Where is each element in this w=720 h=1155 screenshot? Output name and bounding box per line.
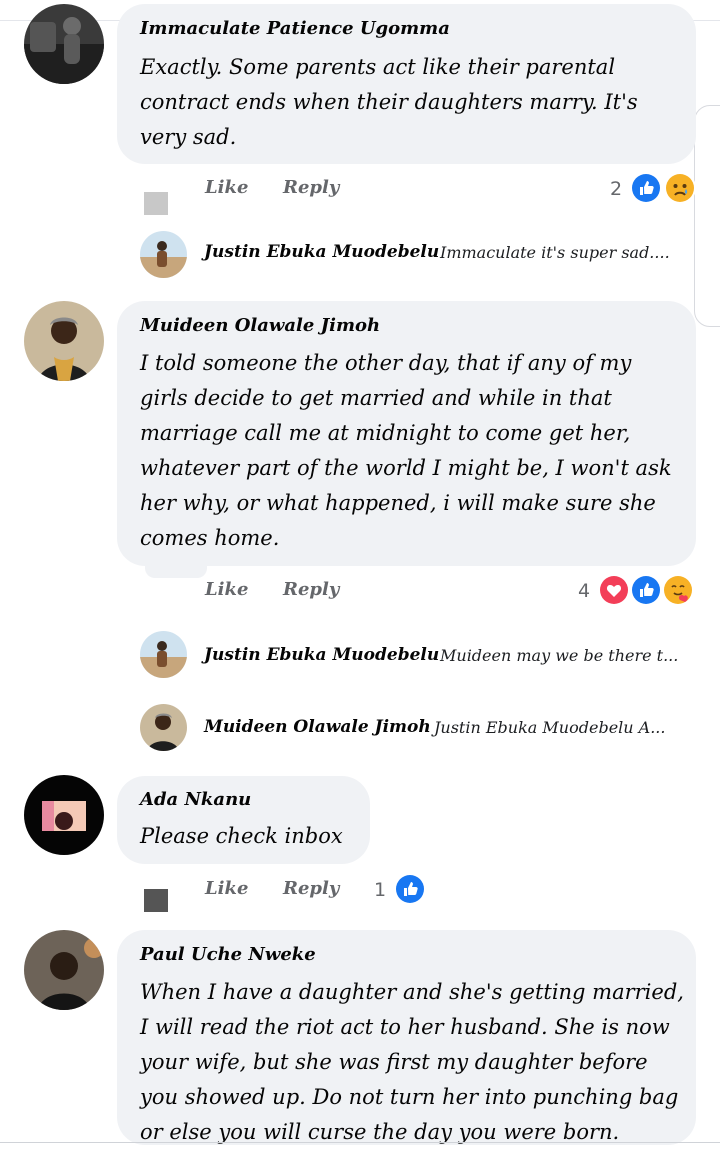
comment-text-line: her why, or what happened, i will make s… bbox=[140, 491, 656, 515]
reply-snippet[interactable]: Justin Ebuka Muodebelu A... bbox=[434, 718, 665, 737]
like-icon bbox=[394, 873, 426, 905]
comment-text-line: very sad. bbox=[140, 125, 237, 149]
comment-text-line: Please check inbox bbox=[140, 824, 343, 848]
comment-author[interactable]: Ada Nkanu bbox=[140, 789, 251, 810]
reply-author[interactable]: Muideen Olawale Jimoh bbox=[204, 717, 431, 737]
reaction-count[interactable]: 1 bbox=[374, 879, 386, 901]
reaction-count[interactable]: 4 bbox=[578, 580, 590, 602]
reply-snippet[interactable]: Muideen may we be there t... bbox=[440, 646, 678, 665]
avatar[interactable] bbox=[24, 775, 104, 855]
like-icon bbox=[630, 172, 662, 204]
comment-author[interactable]: Muideen Olawale Jimoh bbox=[140, 315, 380, 336]
comment-text-line: I will read the riot act to her husband.… bbox=[140, 1015, 670, 1039]
comment-text-line: comes home. bbox=[140, 526, 280, 550]
avatar[interactable] bbox=[140, 631, 187, 678]
placeholder-square bbox=[144, 889, 168, 912]
reply-button[interactable]: Reply bbox=[283, 579, 339, 600]
bottom-divider bbox=[0, 1142, 720, 1143]
comment-text-line: you showed up. Do not turn her into punc… bbox=[140, 1085, 679, 1109]
placeholder-square bbox=[144, 192, 168, 215]
avatar[interactable] bbox=[24, 301, 104, 381]
reply-author[interactable]: Justin Ebuka Muodebelu bbox=[204, 242, 439, 262]
avatar[interactable] bbox=[24, 930, 104, 1010]
reply-author[interactable]: Justin Ebuka Muodebelu bbox=[204, 645, 439, 665]
reply-snippet[interactable]: Immaculate it's super sad.... bbox=[440, 243, 670, 262]
reaction-count[interactable]: 2 bbox=[610, 178, 622, 200]
bubble-tail bbox=[145, 566, 207, 578]
like-icon bbox=[630, 574, 662, 606]
avatar[interactable] bbox=[24, 4, 104, 84]
love-icon bbox=[598, 574, 630, 606]
like-button[interactable]: Like bbox=[205, 579, 248, 600]
comment-author[interactable]: Immaculate Patience Ugomma bbox=[140, 18, 450, 39]
reply-button[interactable]: Reply bbox=[283, 878, 339, 899]
comment-text-line: whatever part of the world I might be, I… bbox=[140, 456, 672, 480]
comment-text-line: or else you will curse the day you were … bbox=[140, 1120, 620, 1144]
comment-author[interactable]: Paul Uche Nweke bbox=[140, 944, 316, 965]
comment-text-line: Exactly. Some parents act like their par… bbox=[140, 55, 616, 79]
comment-text-line: contract ends when their daughters marry… bbox=[140, 90, 638, 114]
care-icon bbox=[662, 574, 694, 606]
side-panel-edge bbox=[694, 105, 720, 327]
comment-text-line: your wife, but she was first my daughter… bbox=[140, 1050, 648, 1074]
like-button[interactable]: Like bbox=[205, 177, 248, 198]
comment-text-line: marriage call me at midnight to come get… bbox=[140, 421, 631, 445]
comment-text-line: girls decide to get married and while in… bbox=[140, 386, 612, 410]
sad-icon bbox=[664, 172, 696, 204]
avatar[interactable] bbox=[140, 704, 187, 751]
like-button[interactable]: Like bbox=[205, 878, 248, 899]
comment-text-line: When I have a daughter and she's getting… bbox=[140, 980, 684, 1004]
comment-text-line: I told someone the other day, that if an… bbox=[140, 351, 632, 375]
reply-button[interactable]: Reply bbox=[283, 177, 339, 198]
avatar[interactable] bbox=[140, 231, 187, 278]
